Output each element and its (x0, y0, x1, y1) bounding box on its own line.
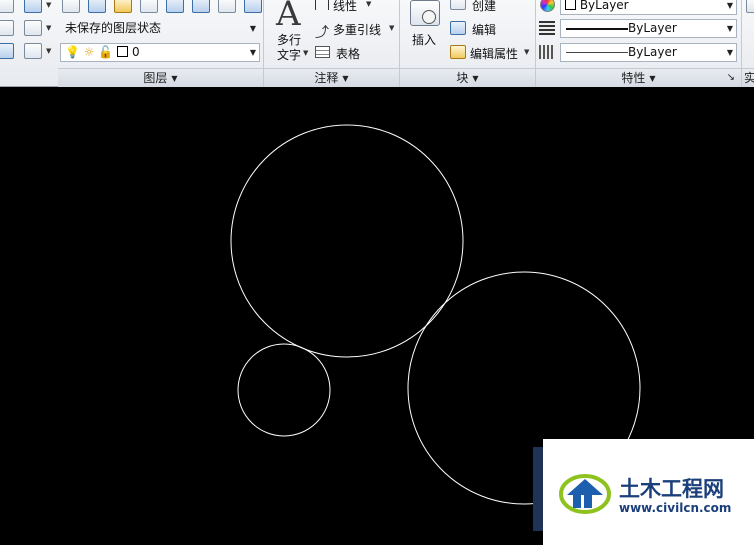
linear-dimension-icon[interactable] (315, 0, 329, 10)
chevron-down-icon: ▼ (726, 48, 733, 57)
chevron-down-icon[interactable]: ▼ (366, 0, 371, 8)
insert-block-label[interactable]: 插入 (412, 31, 436, 48)
layer-combo[interactable]: 💡 ☼ 🔓 0 ▼ (60, 43, 260, 62)
table-icon[interactable] (315, 46, 330, 58)
panel-title: 特性 (621, 71, 646, 85)
color-wheel-icon[interactable] (540, 0, 555, 12)
layer-isolate-icon[interactable] (114, 0, 132, 13)
edit-block-label[interactable]: 编辑 (472, 21, 496, 38)
utilities-panel-footer[interactable]: 实 (742, 68, 754, 87)
chevron-down-icon: ▼ (342, 74, 349, 83)
linetype-value: ByLayer (628, 45, 677, 59)
table-label[interactable]: 表格 (336, 45, 360, 62)
chevron-down-icon[interactable]: ▼ (389, 24, 394, 32)
sun-icon: ☼ (83, 45, 95, 59)
match-properties-icon[interactable] (0, 0, 14, 13)
layer-merge-icon[interactable] (244, 0, 262, 13)
layer-states-icon[interactable] (88, 0, 106, 13)
chevron-down-icon: ▼ (171, 74, 178, 83)
insert-block-circle-icon (422, 10, 436, 24)
lock-icon: 🔓 (98, 45, 114, 59)
chevron-down-icon: ▼ (649, 74, 656, 83)
chevron-down-icon: ▼ (726, 24, 733, 33)
chevron-down-icon: ▼ (472, 74, 479, 83)
chevron-down-icon: ▼ (726, 1, 733, 10)
mirror-icon[interactable] (0, 20, 14, 36)
lineweight-icon[interactable] (539, 21, 555, 35)
layer-properties-icon[interactable] (62, 0, 80, 13)
lineweight-combo[interactable]: ByLayer ▼ (560, 19, 737, 38)
lineweight-sample (566, 28, 628, 30)
layer-state-combo[interactable]: 未保存的图层状态 ▼ (60, 19, 260, 38)
annotation-panel-footer[interactable]: 注释 ▼ (264, 68, 399, 87)
edit-block-icon[interactable] (450, 21, 466, 35)
layer-walk-icon[interactable] (218, 0, 236, 13)
color-swatch (565, 0, 576, 10)
block-panel: 插入 创建 编辑 编辑属性 ▼ 块 ▼ (400, 0, 536, 87)
linear-dimension-label[interactable]: 线性 (333, 0, 357, 14)
panel-title: 实 (744, 71, 754, 85)
multiline-text-label-2[interactable]: 文字 (277, 46, 301, 63)
properties-panel-footer[interactable]: 特性 ▼ ↘ (536, 68, 741, 87)
panel-title: 块 (456, 71, 469, 85)
layer-state-value: 未保存的图层状态 (65, 21, 162, 35)
fillet-icon[interactable] (24, 43, 42, 59)
watermark-logo: 土木工程网 www.civilcn.com (543, 439, 754, 545)
chevron-down-icon[interactable]: ▼ (46, 47, 51, 55)
edit-attributes-icon[interactable] (450, 45, 466, 59)
chevron-down-icon: ▼ (249, 24, 256, 33)
create-block-label[interactable]: 创建 (472, 0, 496, 14)
multiline-text-icon[interactable]: A (276, 0, 301, 34)
chevron-down-icon[interactable]: ▼ (524, 48, 529, 56)
ribbon: ▼ ▼ ▼ 未保存的图层状态 ▼ 💡 ☼ 🔓 0 ▼ 图层 ▼ A 多行 文字 … (0, 0, 754, 87)
utilities-icon[interactable] (746, 0, 754, 13)
chevron-down-icon[interactable]: ▼ (46, 24, 51, 32)
layer-name-value: 0 (131, 45, 140, 59)
chevron-down-icon: ▼ (249, 48, 256, 57)
linetype-combo[interactable]: ByLayer ▼ (560, 43, 737, 62)
house-logo-icon (559, 474, 611, 514)
linetype-sample (566, 52, 628, 53)
watermark-svg: 土木工程网 www.civilcn.com (559, 474, 731, 515)
chevron-down-icon[interactable]: ▼ (46, 1, 51, 9)
array-icon[interactable] (0, 43, 14, 59)
layer-match-icon[interactable] (166, 0, 184, 13)
watermark-url: www.civilcn.com (619, 501, 731, 515)
annotation-panel: A 多行 文字 ▼ 线性 ▼ ⤴ 多重引线 ▼ 表格 注释 ▼ (264, 0, 400, 87)
color-combo[interactable]: ByLayer ▼ (560, 0, 737, 15)
layer-previous-icon[interactable] (192, 0, 210, 13)
utilities-panel: 实 (742, 0, 754, 87)
multileader-label[interactable]: 多重引线 (333, 21, 381, 38)
layer-freeze-icon[interactable] (140, 0, 158, 13)
lightbulb-icon: 💡 (65, 45, 80, 59)
color-swatch (117, 46, 129, 57)
panel-title: 注释 (314, 71, 339, 85)
properties-panel: ByLayer ▼ ByLayer ▼ ByLayer ▼ 特性 ▼ ↘ (536, 0, 742, 87)
block-panel-footer[interactable]: 块 ▼ (400, 68, 535, 87)
chevron-down-icon[interactable]: ▼ (303, 49, 308, 57)
small-left-circle[interactable] (237, 343, 331, 437)
layer-panel-main: 未保存的图层状态 ▼ 💡 ☼ 🔓 0 ▼ 图层 ▼ (58, 0, 264, 87)
watermark-title: 土木工程网 (619, 477, 724, 501)
lineweight-value: ByLayer (628, 21, 677, 35)
color-value: ByLayer (579, 0, 629, 12)
panel-title: 图层 (143, 71, 168, 85)
layer-copy-icon[interactable] (24, 0, 42, 13)
linetype-icon[interactable] (539, 45, 555, 59)
linetype-scale-icon[interactable] (24, 20, 42, 36)
layer-panel-footer[interactable]: 图层 ▼ (58, 68, 263, 87)
multileader-icon[interactable]: ⤴ (315, 22, 329, 42)
layer-panel: ▼ ▼ ▼ (0, 0, 58, 87)
create-block-icon[interactable] (450, 0, 466, 10)
watermark-strip (533, 447, 543, 531)
edit-attributes-label[interactable]: 编辑属性 (470, 45, 518, 62)
dialog-launcher-icon[interactable]: ↘ (727, 69, 735, 87)
